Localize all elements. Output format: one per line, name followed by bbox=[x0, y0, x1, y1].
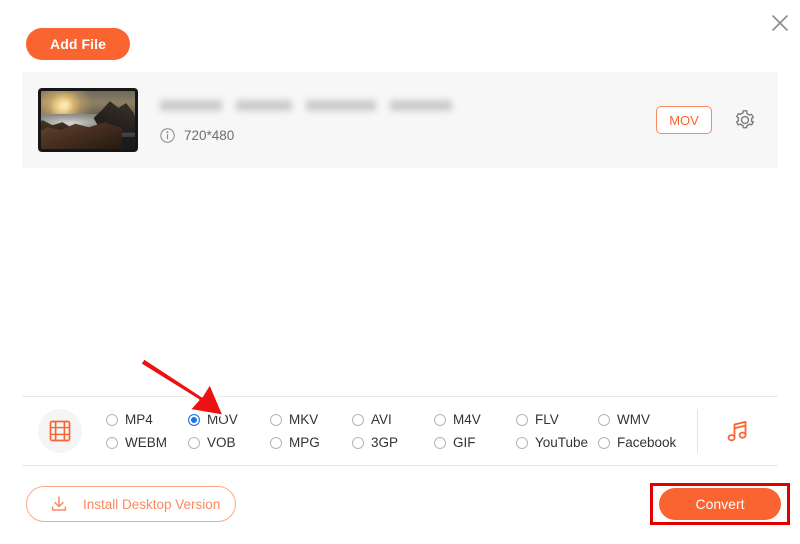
format-option-gif[interactable]: GIF bbox=[434, 431, 516, 454]
format-option-label: VOB bbox=[207, 435, 236, 450]
format-option-wmv[interactable]: WMV bbox=[598, 408, 686, 431]
install-desktop-version-label: Install Desktop Version bbox=[83, 496, 221, 512]
format-radio-grid: MP4 MOV MKV AVI M4V FLV WMV WEBM VOB MPG… bbox=[106, 408, 695, 454]
format-option-label: MOV bbox=[207, 412, 238, 427]
output-format-badge[interactable]: MOV bbox=[656, 106, 712, 134]
radio-dot bbox=[598, 436, 610, 449]
video-thumbnail[interactable] bbox=[38, 88, 138, 152]
radio-dot bbox=[516, 436, 528, 449]
format-option-mp4[interactable]: MP4 bbox=[106, 408, 188, 431]
format-option-label: M4V bbox=[453, 412, 481, 427]
install-desktop-version-button[interactable]: Install Desktop Version bbox=[26, 486, 236, 522]
radio-dot bbox=[270, 436, 282, 449]
format-option-label: MKV bbox=[289, 412, 319, 427]
file-actions: MOV bbox=[656, 106, 756, 134]
music-note-icon bbox=[727, 421, 747, 442]
format-option-m4v[interactable]: M4V bbox=[434, 408, 516, 431]
radio-dot bbox=[598, 413, 610, 426]
download-icon bbox=[51, 496, 67, 511]
radio-dot bbox=[106, 413, 118, 426]
file-name-blur-block bbox=[160, 100, 222, 111]
radio-dot bbox=[188, 436, 200, 449]
format-option-label: FLV bbox=[535, 412, 559, 427]
format-option-label: WMV bbox=[617, 412, 650, 427]
format-option-facebook[interactable]: Facebook bbox=[598, 431, 686, 454]
format-option-label: MPG bbox=[289, 435, 320, 450]
video-category-button[interactable] bbox=[38, 409, 82, 453]
format-option-mov[interactable]: MOV bbox=[188, 408, 270, 431]
gear-icon bbox=[735, 110, 755, 129]
format-option-label: MP4 bbox=[125, 412, 153, 427]
radio-dot bbox=[516, 413, 528, 426]
radio-dot bbox=[106, 436, 118, 449]
file-name-blur-block bbox=[390, 100, 452, 111]
format-option-label: Facebook bbox=[617, 435, 677, 450]
file-dimensions-row: 720*480 bbox=[160, 128, 656, 143]
format-option-3gp[interactable]: 3GP bbox=[352, 431, 434, 454]
format-option-label: YouTube bbox=[535, 435, 589, 450]
format-option-label: AVI bbox=[371, 412, 392, 427]
radio-dot bbox=[434, 436, 446, 449]
radio-dot-selected bbox=[188, 413, 200, 426]
format-option-avi[interactable]: AVI bbox=[352, 408, 434, 431]
file-name-blur-block bbox=[306, 100, 376, 111]
format-option-label: 3GP bbox=[371, 435, 399, 450]
format-option-mkv[interactable]: MKV bbox=[270, 408, 352, 431]
thumbnail-sun-glow bbox=[46, 93, 85, 117]
format-option-flv[interactable]: FLV bbox=[516, 408, 598, 431]
format-option-mpg[interactable]: MPG bbox=[270, 431, 352, 454]
audio-category-button[interactable] bbox=[698, 416, 778, 446]
format-option-label: GIF bbox=[453, 435, 476, 450]
format-option-webm[interactable]: WEBM bbox=[106, 431, 188, 454]
format-option-label: WEBM bbox=[125, 435, 167, 450]
file-name-blur-block bbox=[236, 100, 292, 111]
format-option-youtube[interactable]: YouTube bbox=[516, 431, 598, 454]
file-meta: 720*480 bbox=[160, 98, 656, 143]
add-file-button[interactable]: Add File bbox=[26, 28, 130, 60]
add-file-area: Add File bbox=[26, 28, 130, 60]
radio-dot bbox=[352, 413, 364, 426]
file-settings-button[interactable] bbox=[734, 109, 756, 131]
radio-dot bbox=[352, 436, 364, 449]
file-list-item: 720*480 MOV bbox=[22, 72, 778, 168]
convert-button[interactable]: Convert bbox=[659, 488, 781, 520]
file-dimensions-value: 720*480 bbox=[184, 127, 235, 143]
format-option-vob[interactable]: VOB bbox=[188, 431, 270, 454]
radio-dot bbox=[434, 413, 446, 426]
format-selection-panel: MP4 MOV MKV AVI M4V FLV WMV WEBM VOB MPG… bbox=[22, 396, 778, 466]
file-name-blurred bbox=[160, 98, 656, 114]
close-window-button[interactable] bbox=[763, 6, 797, 40]
info-icon bbox=[160, 127, 175, 143]
radio-dot bbox=[270, 413, 282, 426]
film-strip-icon bbox=[49, 420, 71, 442]
close-icon bbox=[771, 14, 789, 32]
